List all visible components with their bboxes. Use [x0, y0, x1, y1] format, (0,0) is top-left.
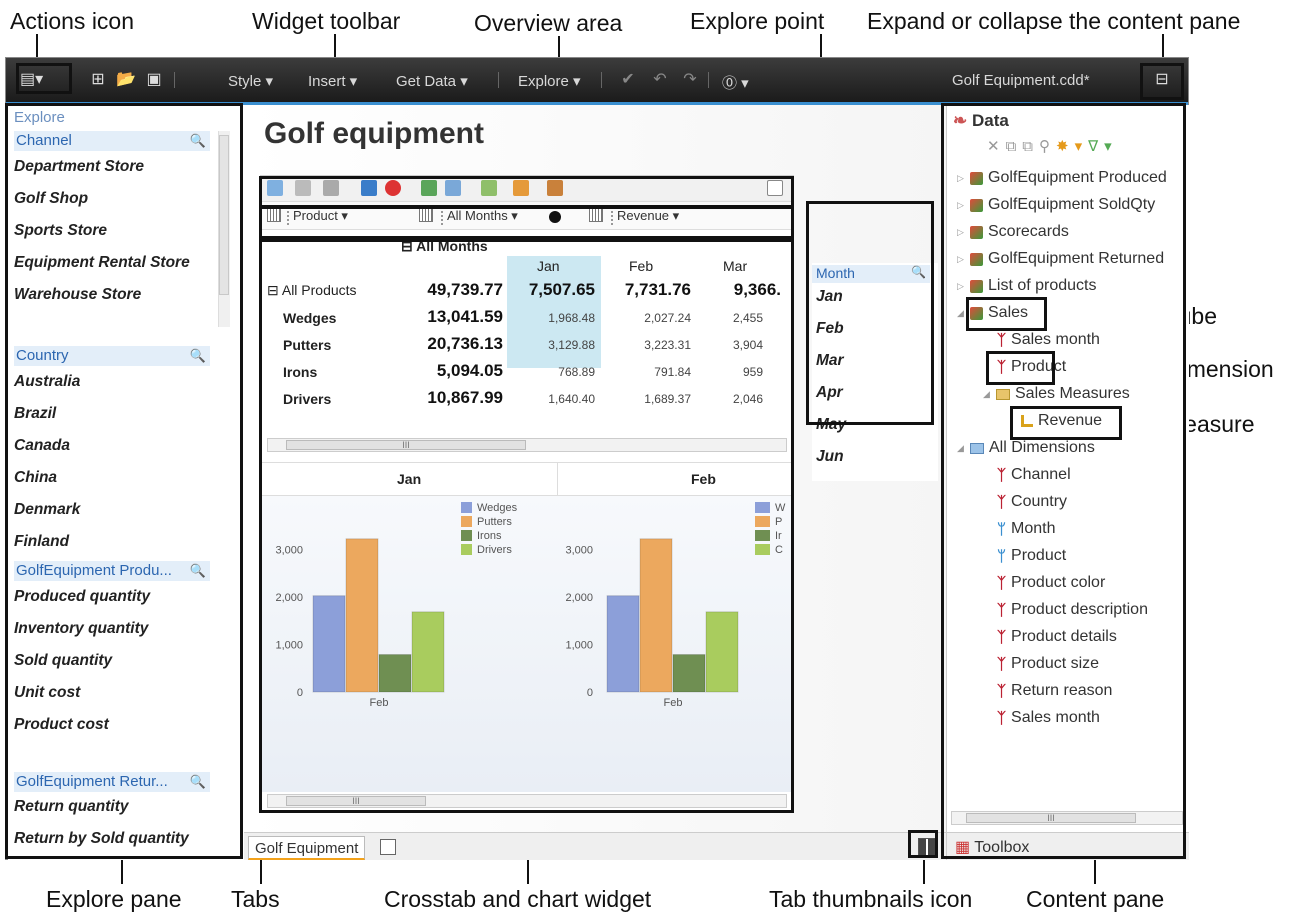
checkmark-icon[interactable]: ✔ — [618, 70, 638, 90]
annotation-box-explore-point — [806, 201, 934, 425]
undo-icon[interactable]: ↶ — [650, 70, 670, 90]
menu-separator — [708, 72, 709, 88]
leader-line — [1094, 860, 1096, 884]
tab-golf-equipment[interactable]: Golf Equipment — [248, 836, 366, 860]
callout-overview-area: Overview area — [474, 10, 623, 36]
callout-expand-collapse: Expand or collapse the content pane — [867, 8, 1241, 34]
document-title: Golf Equipment.cdd* — [952, 72, 1090, 89]
leader-line — [36, 34, 37, 36]
leader-line — [923, 856, 925, 884]
annotation-box-expand — [1140, 63, 1184, 100]
get-data-menu[interactable]: Get Data ▾ — [396, 72, 468, 90]
redo-icon[interactable]: ↷ — [680, 70, 700, 90]
callout-content-pane: Content pane — [1026, 886, 1165, 912]
insert-menu[interactable]: Insert ▾ — [308, 72, 357, 90]
save-icon[interactable]: ▣ — [144, 70, 164, 90]
annotation-box-measure — [1010, 406, 1122, 440]
new-tab-icon[interactable] — [380, 839, 396, 855]
annotation-box-content-pane — [941, 103, 1186, 859]
leader-line — [121, 860, 123, 884]
month-item[interactable]: Jun — [816, 448, 844, 466]
annotation-box-dimension — [986, 351, 1055, 385]
style-menu[interactable]: Style ▾ — [228, 72, 273, 90]
callout-crosstab-chart-widget: Crosstab and chart widget — [384, 886, 652, 912]
menu-separator — [174, 72, 175, 88]
callout-widget-toolbar: Widget toolbar — [252, 8, 401, 34]
help-menu[interactable]: ⓪ ▾ — [722, 72, 749, 93]
open-folder-icon[interactable]: 📂 — [116, 70, 136, 90]
menu-separator — [498, 72, 499, 88]
tabs-strip: Golf Equipment — [244, 832, 946, 860]
menu-separator — [601, 72, 602, 88]
annotation-box-actions — [16, 63, 72, 94]
annotation-box-widget — [259, 239, 794, 813]
annotation-box-widget-toolbar — [259, 176, 794, 208]
page-title: Golf equipment — [264, 117, 484, 150]
callout-tab-thumbnails-icon: Tab thumbnails icon — [769, 886, 973, 912]
annotation-box-tab-thumbnails — [908, 830, 938, 858]
callout-actions-icon: Actions icon — [10, 8, 135, 34]
callout-explore-pane: Explore pane — [46, 886, 182, 912]
annotation-box-overview — [259, 206, 794, 239]
explore-menu[interactable]: Explore ▾ — [518, 72, 581, 90]
callout-explore-point: Explore point — [690, 8, 825, 34]
annotation-box-explore-pane — [5, 103, 243, 859]
menu-bar: ▤▾ ⊞ 📂 ▣ Style ▾ Insert ▾ Get Data ▾ Exp… — [6, 58, 1188, 102]
callout-tabs: Tabs — [231, 886, 280, 912]
annotation-box-cube — [966, 297, 1047, 331]
new-dashboard-icon[interactable]: ⊞ — [88, 70, 108, 90]
